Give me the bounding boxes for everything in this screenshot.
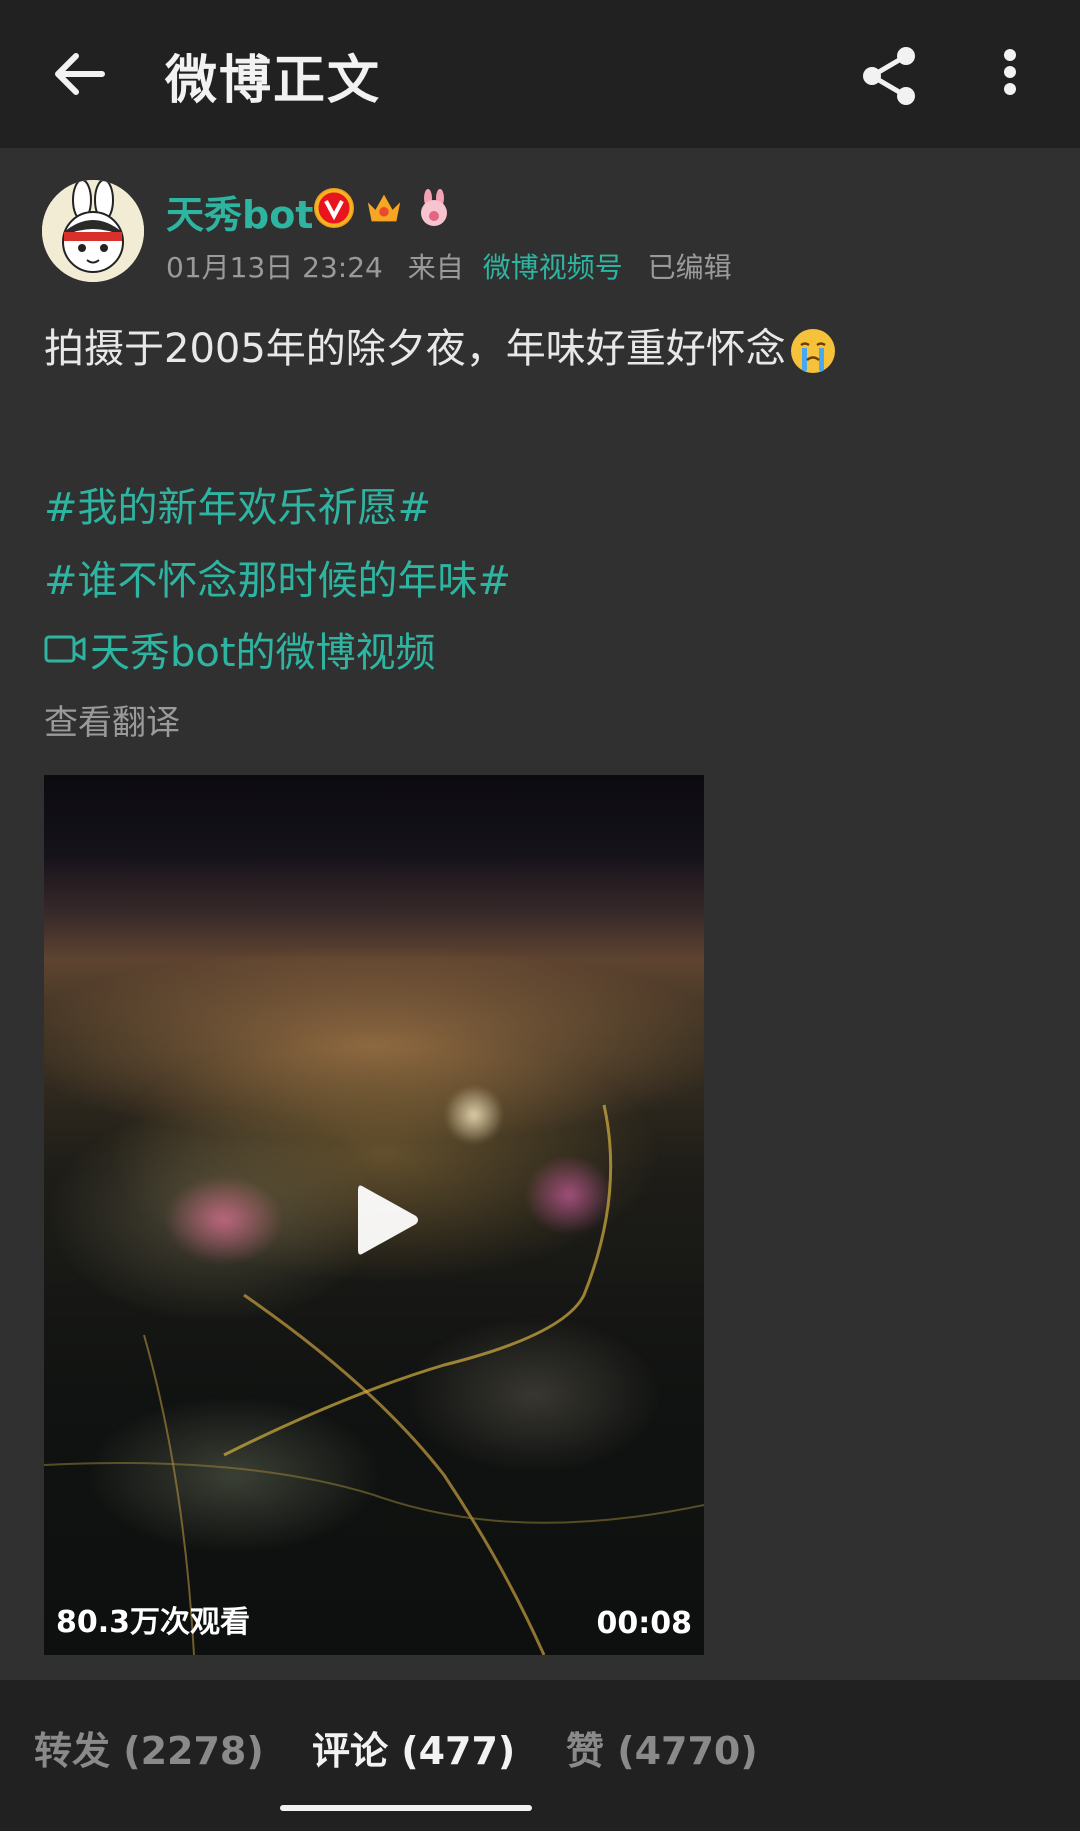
arrow-left-icon bbox=[55, 53, 105, 95]
member-crown-icon[interactable] bbox=[364, 188, 404, 228]
verified-icon[interactable] bbox=[314, 188, 354, 228]
crying-emoji-icon bbox=[790, 329, 835, 373]
video-link[interactable]: 天秀bot的微博视频 bbox=[44, 620, 436, 678]
top-bar: 微博正文 bbox=[0, 0, 1080, 148]
edited-label[interactable]: 已编辑 bbox=[648, 251, 732, 284]
video-player[interactable]: 80.3万次观看 00:08 bbox=[44, 775, 704, 1655]
more-vertical-icon bbox=[1004, 49, 1016, 95]
author-badges bbox=[314, 188, 454, 228]
rabbit-badge-icon[interactable] bbox=[414, 188, 454, 228]
video-camera-icon bbox=[44, 635, 86, 663]
tab-repost[interactable]: 转发 (2278) bbox=[34, 1720, 264, 1775]
post-source[interactable]: 微博视频号 bbox=[483, 251, 623, 284]
active-tab-indicator bbox=[280, 1805, 532, 1811]
share-button[interactable] bbox=[850, 36, 930, 116]
translate-link[interactable]: 查看翻译 bbox=[44, 695, 180, 744]
author-name[interactable]: 天秀bot bbox=[166, 184, 313, 239]
video-link-label: 天秀bot的微博视频 bbox=[90, 630, 436, 676]
share-icon bbox=[863, 47, 915, 105]
post-meta: 01月13日 23:24 来自 微博视频号 已编辑 bbox=[166, 246, 748, 286]
from-label: 来自 bbox=[407, 251, 464, 284]
post-date: 01月13日 23:24 bbox=[166, 251, 383, 284]
bottom-tab-bar: 转发 (2278) 评论 (477) 赞 (4770) bbox=[0, 1680, 1080, 1831]
tab-comment[interactable]: 评论 (477) bbox=[312, 1720, 515, 1775]
post-text: 拍摄于2005年的除夕夜，年味好重好怀念 bbox=[44, 316, 838, 376]
topic-link[interactable]: #谁不怀念那时候的年味# bbox=[44, 548, 511, 606]
back-button[interactable] bbox=[40, 34, 120, 114]
post-text-content: 拍摄于2005年的除夕夜，年味好重好怀念 bbox=[44, 326, 786, 372]
video-duration: 00:08 bbox=[596, 1606, 693, 1641]
more-button[interactable] bbox=[985, 36, 1035, 116]
video-view-count: 80.3万次观看 bbox=[56, 1605, 251, 1640]
topic-link[interactable]: #我的新年欢乐祈愿# bbox=[44, 475, 431, 533]
play-icon[interactable] bbox=[334, 1170, 434, 1270]
tab-like[interactable]: 赞 (4770) bbox=[566, 1720, 758, 1775]
rabbit-avatar-icon bbox=[42, 180, 144, 282]
page-title: 微博正文 bbox=[165, 51, 382, 111]
avatar[interactable] bbox=[42, 180, 144, 282]
